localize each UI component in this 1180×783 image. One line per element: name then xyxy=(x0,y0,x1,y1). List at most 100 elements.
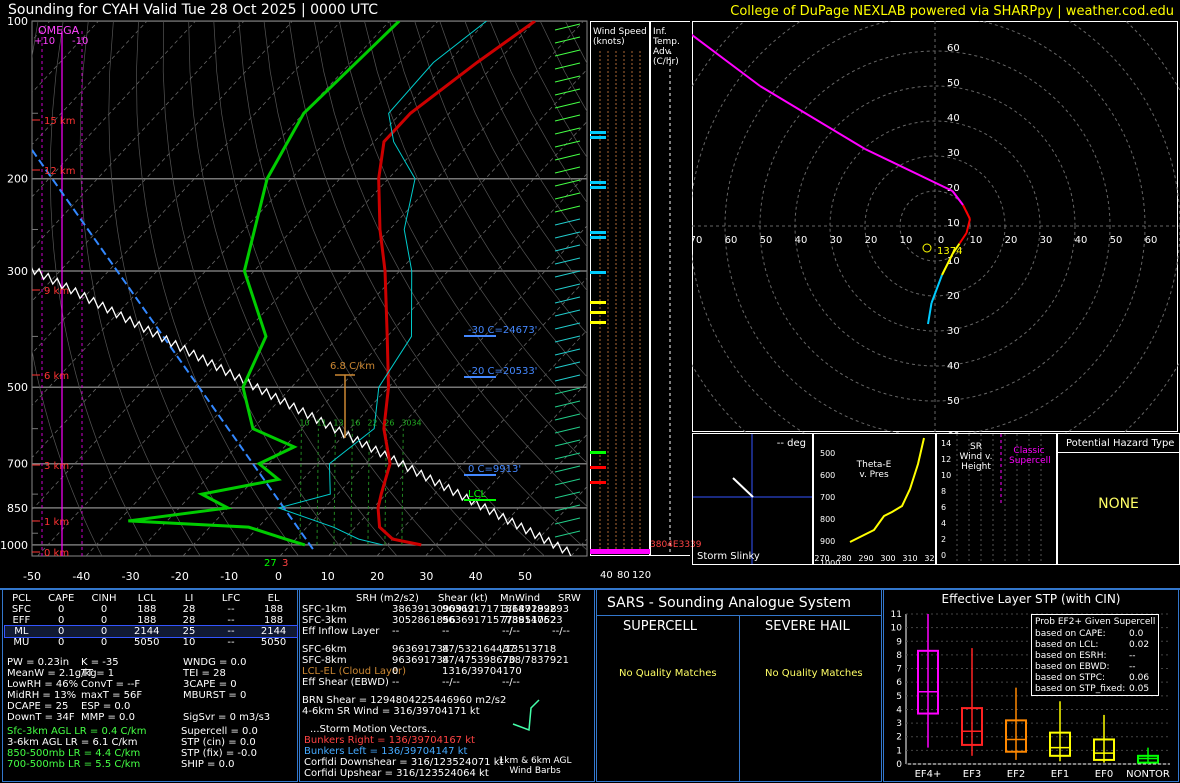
isotherm-label: LCL xyxy=(468,489,487,500)
stp-y-tick: 9 xyxy=(896,637,902,647)
parcel-cell: 0 xyxy=(100,615,108,626)
temp-tick-1: -40 xyxy=(72,570,90,583)
kin-row-value: --/-- xyxy=(502,677,520,688)
mixing-label: 11 xyxy=(316,419,326,428)
composite-index: SHIP = 0.0 xyxy=(181,759,235,770)
stp-title: Effective Layer STP (with CIN) xyxy=(941,592,1121,606)
kin-row-value: -- xyxy=(392,677,400,688)
ws-sfc-bar xyxy=(590,549,650,554)
ws-bar xyxy=(590,481,606,484)
storm-motion: Corfidi Upshear = 316/123524064 kt xyxy=(304,768,489,779)
parcel-cell: 5050 xyxy=(260,637,287,648)
mixing-label: 26 xyxy=(384,419,394,428)
inf-temp-title: Inf. Temp. Adv. (C/hr) xyxy=(653,27,680,67)
hodo-x-tick: 30 xyxy=(830,235,843,246)
hodo-y-tick: 20 xyxy=(947,291,960,302)
hodo-x-tick: 10 xyxy=(900,235,913,246)
composite-indices: Supercell = 0.0 STP (cin) = 0.0 STP (fix) … xyxy=(181,726,258,770)
hodo-y-tick: 60 xyxy=(947,43,960,54)
mixing-label: 16 xyxy=(350,419,360,428)
storm-motion: Bunkers Left = 136/39704147 kt xyxy=(304,746,468,757)
hodo-y-tick: 10 xyxy=(947,218,960,229)
temp-tick-10: 50 xyxy=(518,570,532,583)
isotherm-label: -20 C=20533' xyxy=(468,366,537,377)
temp-tick-8: 30 xyxy=(419,570,433,583)
stp-legend-label: based on ESRH: xyxy=(1035,651,1107,661)
height-label: 3 km xyxy=(44,461,69,472)
parcel-row[interactable]: MU 0 0 5050 10 -- 5050 xyxy=(5,637,297,648)
kin-row-value: -- xyxy=(442,626,450,637)
parcel-row[interactable]: ML 0 0 2144 25 -- 2144 xyxy=(4,625,298,638)
sr-wind-panel: 14 12 10 8 6 4 2 0 SR Wind v. Height Classic Su… xyxy=(936,433,1057,565)
stp-category: EF0 xyxy=(1095,769,1113,780)
theta-x-tick: 280 xyxy=(836,554,851,563)
stp-legend-value: -- xyxy=(1129,651,1136,661)
hodo-x-tick: 20 xyxy=(1005,235,1018,246)
stp-category: EF4+ xyxy=(915,769,942,780)
parcel-cell: 25 xyxy=(182,626,196,637)
parcel-cell: 10 xyxy=(182,637,196,648)
ws-bar xyxy=(590,131,606,134)
parcel-row[interactable]: SFC 0 0 188 28 -- 188 xyxy=(5,604,297,615)
parcel-row[interactable]: EFF 0 0 188 28 -- 188 xyxy=(5,615,297,626)
index-value: DownT = 34F xyxy=(7,712,75,723)
stp-legend-value: -- xyxy=(1129,662,1136,672)
stp-legend-value: 0.02 xyxy=(1129,640,1150,650)
mixing-label: 10 xyxy=(299,419,309,428)
temp-tick-3: -20 xyxy=(171,570,189,583)
stp-y-tick: 3 xyxy=(896,719,902,729)
height-label: 6 km xyxy=(44,371,69,382)
ws-bar xyxy=(590,311,606,314)
hodo-storm-label: 1374 xyxy=(937,246,962,257)
parcel-cell: ML xyxy=(14,626,29,637)
parcel-cell: 0 xyxy=(58,615,65,626)
skewt-diagram: 100200300500700850100010 11 13 16 22 26 3034OM… xyxy=(0,15,588,583)
height-label: 9 km xyxy=(44,286,69,297)
hodo-x-tick: 30 xyxy=(1040,235,1053,246)
index-value: maxT = 56F xyxy=(81,690,143,701)
stp-legend-label: based on STPC: xyxy=(1035,673,1106,683)
hazard-value: NONE xyxy=(1098,496,1139,512)
kin-row-value: --/-- xyxy=(442,677,460,688)
height-label: 15 km xyxy=(44,116,75,127)
kin-row-value: 963691734 xyxy=(392,644,450,655)
wind-speed-title: Wind Speed (knots) xyxy=(593,27,647,47)
parcel-header: PCL xyxy=(12,593,31,604)
stp-panel: Effective Layer STP (with CIN) 11 10 9 8 7 6 5… xyxy=(883,589,1179,782)
parcel-cell: 2144 xyxy=(134,626,160,637)
index-value: PW = 0.23in xyxy=(7,657,70,668)
sars-hail-result: No Quality Matches xyxy=(765,668,863,679)
index-value: ConvT = --F xyxy=(81,679,141,690)
kin-row-label: SFC-6km xyxy=(302,644,347,655)
ws-bar xyxy=(590,451,606,454)
pressure-tick-500: 500 xyxy=(7,381,28,394)
parcel-cell: 28 xyxy=(182,604,196,615)
ws-tick-120: 120 xyxy=(632,570,652,581)
kin-row-value: /13513718 xyxy=(502,644,557,655)
hodograph: 7060504030201001020304050607086050403020… xyxy=(692,21,1180,433)
theta-line xyxy=(849,437,925,543)
theta-x-tick: 290 xyxy=(858,554,873,563)
stp-y-tick: 7 xyxy=(896,665,902,675)
indices-block: PW = 0.23in K = -35 WNDG = 0.0 MeanW = 2.1g… xyxy=(7,657,299,723)
sr-y-tick: 14 xyxy=(941,439,951,448)
slinky-label: Storm Slinky xyxy=(697,551,760,562)
stp-y-tick: 2 xyxy=(896,733,902,743)
ws-bar xyxy=(590,321,606,324)
lapse-label: 6.8 C/km xyxy=(330,361,375,372)
index-value: K = -35 xyxy=(81,657,119,668)
theta-y-tick: 900 xyxy=(820,537,835,546)
parcel-cell: 188 xyxy=(264,615,284,626)
kin-row-value: 963691734 xyxy=(392,655,450,666)
mixing-label: 13 xyxy=(333,419,343,428)
hodo-x-tick: 60 xyxy=(1145,235,1158,246)
theta-y-tick: 600 xyxy=(820,471,835,480)
pressure-tick-300: 300 xyxy=(7,265,28,278)
lapse-rate: 850-500mb LR = 4.4 C/km xyxy=(7,748,141,759)
hodo-x-tick: 10 xyxy=(970,235,983,246)
kin-header: SRH (m2/s2) xyxy=(356,593,419,604)
hodo-x-tick: 50 xyxy=(760,235,773,246)
pressure-tick-100: 100 xyxy=(7,15,28,28)
lapse-rate: 3-6km AGL LR = 6.1 C/km xyxy=(7,737,138,748)
ws-bar xyxy=(590,271,606,274)
